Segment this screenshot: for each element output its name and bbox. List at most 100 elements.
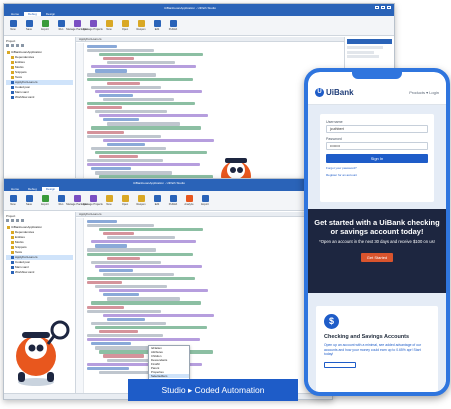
- password-field[interactable]: ••••••••: [326, 142, 428, 150]
- autocomplete-popup[interactable]: IsFlatten Attributes Children Descendants Fi…: [148, 345, 190, 383]
- register-link[interactable]: Register for an account: [326, 173, 428, 177]
- code-line: [95, 89, 202, 93]
- ribbon-button[interactable]: New: [7, 20, 19, 31]
- ribbon-icon: [121, 20, 129, 27]
- code-line: [99, 330, 138, 334]
- code-line: [87, 134, 161, 138]
- code-line: [107, 317, 145, 321]
- ribbon-button[interactable]: Run: [55, 20, 67, 31]
- ribbon-button-label: New: [106, 28, 112, 31]
- ribbon-button-label: Edit: [154, 203, 160, 206]
- ribbon-icon: [41, 195, 49, 202]
- ribbon-button[interactable]: Edit: [151, 20, 163, 31]
- code-line: [103, 293, 139, 297]
- ribbon-button-label: Publish: [168, 203, 178, 206]
- ribbon-button[interactable]: Publish: [167, 195, 179, 206]
- ribbon-button[interactable]: Edit: [151, 195, 163, 206]
- ribbon-button[interactable]: New: [103, 195, 115, 206]
- ribbon-button[interactable]: Publish: [167, 20, 179, 31]
- forgot-password-link[interactable]: Forgot your password?: [326, 166, 428, 170]
- ribbon-icon: [153, 20, 161, 27]
- ribbon-icon: [137, 20, 145, 27]
- refresh-icon[interactable]: [16, 44, 19, 47]
- ribbon-button[interactable]: Open: [119, 195, 131, 206]
- code-line: [99, 155, 138, 159]
- tab-home[interactable]: Home: [7, 187, 23, 191]
- ribbon-button-label: New: [10, 203, 16, 206]
- collapse-icon[interactable]: [11, 44, 14, 47]
- ribbon-button[interactable]: Export: [199, 195, 211, 206]
- code-line: [87, 101, 195, 106]
- sign-in-button[interactable]: Sign In: [326, 154, 428, 163]
- ribbon-button[interactable]: Export: [39, 20, 51, 31]
- ribbon-button[interactable]: Open: [119, 20, 131, 31]
- project-tree-item[interactable]: Workflow.xaml: [6, 270, 73, 275]
- expand-icon[interactable]: [6, 44, 9, 47]
- ribbon-button[interactable]: New: [7, 195, 19, 206]
- ribbon-button[interactable]: Analyze: [183, 195, 195, 206]
- editor-tab[interactable]: ApplyForLoan.cs: [76, 212, 332, 217]
- tab-debug[interactable]: Debug: [24, 12, 41, 16]
- studio-coded-automation-banner: Studio ▸ Coded Automation: [128, 379, 298, 401]
- maximize-button[interactable]: [381, 6, 385, 9]
- minimize-button[interactable]: [375, 6, 379, 9]
- ribbon-button[interactable]: Manage Packages: [66, 20, 88, 31]
- project-panel-tools: [6, 219, 73, 223]
- code-lines: [87, 219, 328, 375]
- username-field[interactable]: jcuthbert: [326, 125, 428, 133]
- ribbon-button[interactable]: Save: [23, 195, 35, 206]
- file-icon: [11, 91, 14, 94]
- ribbon-button[interactable]: New: [103, 20, 115, 31]
- refresh-icon[interactable]: [16, 219, 19, 222]
- ribbon-button[interactable]: Export: [39, 195, 51, 206]
- uibank-logo[interactable]: U UiBank: [315, 88, 409, 97]
- ribbon-button[interactable]: Run: [55, 195, 67, 206]
- ribbon-icon: [25, 195, 33, 202]
- ribbon-button-label: Export: [201, 203, 209, 206]
- ribbon-icon: [9, 195, 17, 202]
- expand-icon[interactable]: [6, 219, 9, 222]
- window-title: UiBankLoanApplication - UiPath Studio: [132, 180, 186, 185]
- folder-icon: [11, 246, 14, 249]
- filter-icon[interactable]: [21, 44, 24, 47]
- code-line: [103, 138, 214, 142]
- ribbon-icon: [137, 195, 145, 202]
- ribbon-icon: [89, 195, 97, 202]
- ribbon-button[interactable]: Save: [23, 20, 35, 31]
- ribbon-icon: [121, 195, 129, 202]
- code-line: [91, 126, 201, 130]
- tab-design[interactable]: Design: [41, 187, 60, 191]
- property-row: [347, 55, 379, 58]
- code-line: [87, 73, 156, 77]
- ribbon-button[interactable]: Reopen: [135, 195, 147, 206]
- ribbon-button[interactable]: Manage Projects: [83, 195, 103, 206]
- close-button[interactable]: [387, 6, 391, 9]
- ribbon-toolbar: New Save Export Run Manage Packages Manage Pr…: [4, 191, 332, 211]
- brand-name: UiBank: [326, 88, 354, 97]
- ribbon-button-label: Export: [41, 203, 49, 206]
- accounts-button[interactable]: [324, 361, 356, 368]
- code-line: [91, 85, 161, 89]
- filter-icon[interactable]: [21, 219, 24, 222]
- ribbon-button-label: Run: [58, 28, 64, 31]
- file-icon: [11, 96, 14, 99]
- header-nav[interactable]: Products ▾ Login: [409, 90, 439, 95]
- collapse-icon[interactable]: [11, 219, 14, 222]
- ribbon-button[interactable]: Manage Packages: [66, 195, 88, 206]
- get-started-button[interactable]: Get Started: [360, 252, 394, 262]
- code-line: [87, 223, 154, 228]
- property-row: [347, 46, 383, 49]
- ribbon-button[interactable]: Manage Projects: [83, 20, 103, 31]
- folder-icon: [11, 56, 14, 59]
- code-line: [91, 321, 166, 326]
- ribbon-button[interactable]: Reopen: [135, 20, 147, 31]
- tab-debug[interactable]: Debug: [24, 187, 41, 191]
- project-tree-item[interactable]: Workflow.xaml: [6, 95, 73, 100]
- accounts-text: Open up an account with a minimal, see a…: [324, 343, 422, 357]
- tab-home[interactable]: Home: [7, 12, 23, 16]
- code-line: [103, 97, 174, 102]
- code-editor[interactable]: ApplyForLoan.cs IsFlatten Attributes Child…: [76, 212, 332, 399]
- folder-icon: [11, 241, 14, 244]
- tab-design[interactable]: Design: [42, 12, 59, 16]
- code-line: [103, 232, 134, 236]
